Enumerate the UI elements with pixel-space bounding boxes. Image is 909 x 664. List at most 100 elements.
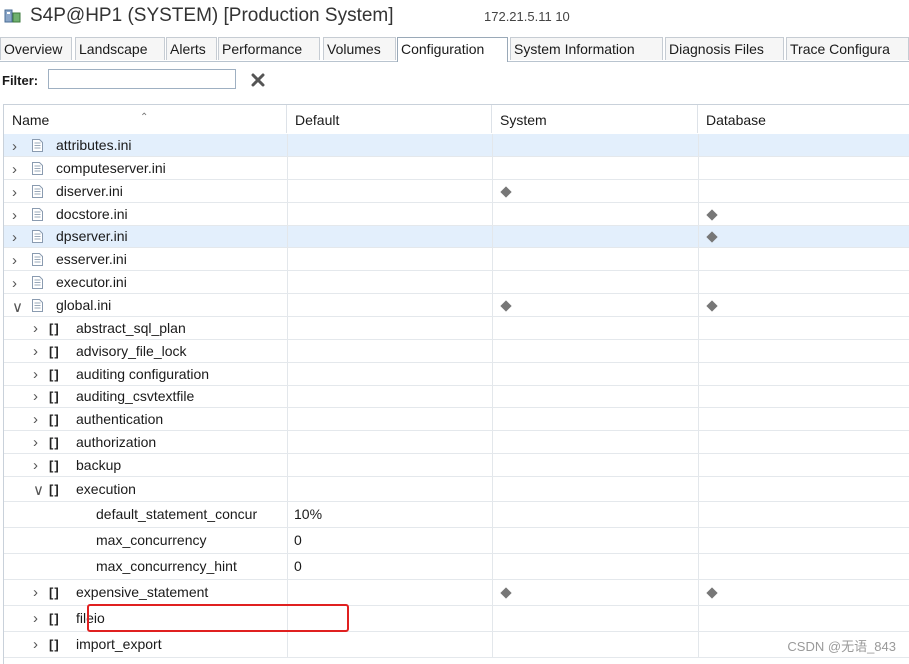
column-divider [492,606,493,631]
table-row[interactable]: › [] expensive_statement [4,580,909,606]
column-name-label: Name [12,112,50,128]
tab-performance[interactable]: Performance [218,37,320,60]
column-header-system[interactable]: System [492,105,698,133]
ini-file-name: global.ini [56,297,112,313]
column-header-database[interactable]: Database [698,105,909,133]
tab-landscape[interactable]: Landscape [75,37,165,60]
section-bracket-icon: [] [49,611,60,626]
column-divider [492,180,493,202]
column-divider [698,226,699,247]
column-header-name[interactable]: Name ⌃ [4,105,287,133]
column-divider [698,606,699,631]
table-row[interactable]: › dpserver.ini [4,226,909,248]
expand-chevron-right-icon[interactable]: › [12,252,17,269]
expand-chevron-right-icon[interactable]: › [33,457,38,474]
section-name: advisory_file_lock [76,343,187,359]
expand-chevron-right-icon[interactable]: › [33,584,38,601]
filter-bar: Filter: [0,68,909,96]
ini-file-icon [32,299,43,312]
table-row[interactable]: › [] authentication [4,408,909,431]
filter-input[interactable] [48,69,236,89]
ini-file-icon [32,139,43,152]
window-titlebar: S4P@HP1 (SYSTEM) [Production System] 172… [0,0,909,34]
default-value: 0 [294,558,302,574]
column-divider [287,203,288,225]
column-divider [492,454,493,476]
table-row[interactable]: › executor.ini [4,271,909,294]
ini-file-name: diserver.ini [56,183,123,199]
tab-diagnosis-files[interactable]: Diagnosis Files [665,37,784,60]
system-changed-marker-icon [500,300,512,312]
table-row[interactable]: › [] auditing_csvtextfile [4,386,909,408]
section-bracket-icon: [] [49,482,60,497]
ini-file-icon [32,253,43,266]
table-row[interactable]: default_statement_concur 10% [4,502,909,528]
table-row[interactable]: › [] auditing configuration [4,363,909,386]
section-bracket-icon: [] [49,412,60,427]
parameter-name: default_statement_concur [96,506,258,522]
column-divider [492,363,493,385]
column-divider [492,408,493,430]
x-clear-icon[interactable] [249,71,267,89]
table-row[interactable]: ∨ [] execution [4,477,909,502]
table-row[interactable]: › attributes.ini [4,134,909,157]
expand-chevron-right-icon[interactable]: › [33,411,38,428]
expand-chevron-right-icon[interactable]: › [33,388,38,405]
tab-overview[interactable]: Overview [0,37,72,60]
column-divider [287,408,288,430]
expand-chevron-right-icon[interactable]: › [33,366,38,383]
table-row[interactable]: max_concurrency_hint 0 [4,554,909,580]
table-row[interactable]: › [] advisory_file_lock [4,340,909,363]
tab-configuration[interactable]: Configuration [397,37,508,62]
section-bracket-icon: [] [49,344,60,359]
database-changed-marker-icon [706,300,718,312]
column-divider [492,294,493,316]
watermark: CSDN @无语_843 [787,639,896,654]
expand-chevron-right-icon[interactable]: › [33,610,38,627]
expand-chevron-right-icon[interactable]: › [12,275,17,292]
expand-chevron-right-icon[interactable]: › [12,207,17,224]
section-bracket-icon: [] [49,435,60,450]
table-row[interactable]: › docstore.ini [4,203,909,226]
table-row[interactable]: max_concurrency 0 [4,528,909,554]
column-divider [698,317,699,339]
expand-chevron-down-icon[interactable]: ∨ [33,481,44,499]
section-bracket-icon: [] [49,637,60,652]
column-divider [698,528,699,553]
table-row[interactable]: › [] authorization [4,431,909,454]
tab-trace-configuration[interactable]: Trace Configura [786,37,909,60]
expand-chevron-right-icon[interactable]: › [33,636,38,653]
window-title: S4P@HP1 (SYSTEM) [Production System] [30,5,394,26]
system-changed-marker-icon [500,587,512,599]
column-divider [287,632,288,657]
expand-chevron-right-icon[interactable]: › [33,320,38,337]
section-name: expensive_statement [76,584,209,600]
table-row[interactable]: › esserver.ini [4,248,909,271]
ini-file-icon [32,162,43,175]
database-changed-marker-icon [706,231,718,243]
expand-chevron-right-icon[interactable]: › [12,184,17,201]
expand-chevron-right-icon[interactable]: › [12,138,17,155]
column-divider [698,554,699,579]
expand-chevron-right-icon[interactable]: › [33,343,38,360]
tab-alerts[interactable]: Alerts [166,37,217,60]
tab-system-information[interactable]: System Information [510,37,663,60]
column-divider [492,554,493,579]
expand-chevron-down-icon[interactable]: ∨ [12,298,23,316]
table-row[interactable]: › [] backup [4,454,909,477]
column-divider [492,134,493,156]
default-value: 0 [294,532,302,548]
section-bracket-icon: [] [49,321,60,336]
table-row[interactable]: › [] abstract_sql_plan [4,317,909,340]
column-divider [287,248,288,270]
tab-volumes[interactable]: Volumes [323,37,396,60]
table-row[interactable]: › [] import_export [4,632,909,658]
expand-chevron-right-icon[interactable]: › [33,434,38,451]
table-row[interactable]: › computeserver.ini [4,157,909,180]
column-divider [492,340,493,362]
expand-chevron-right-icon[interactable]: › [12,161,17,178]
expand-chevron-right-icon[interactable]: › [12,229,17,246]
table-row[interactable]: › diserver.ini [4,180,909,203]
column-header-default[interactable]: Default [287,105,492,133]
table-row[interactable]: ∨ global.ini [4,294,909,317]
